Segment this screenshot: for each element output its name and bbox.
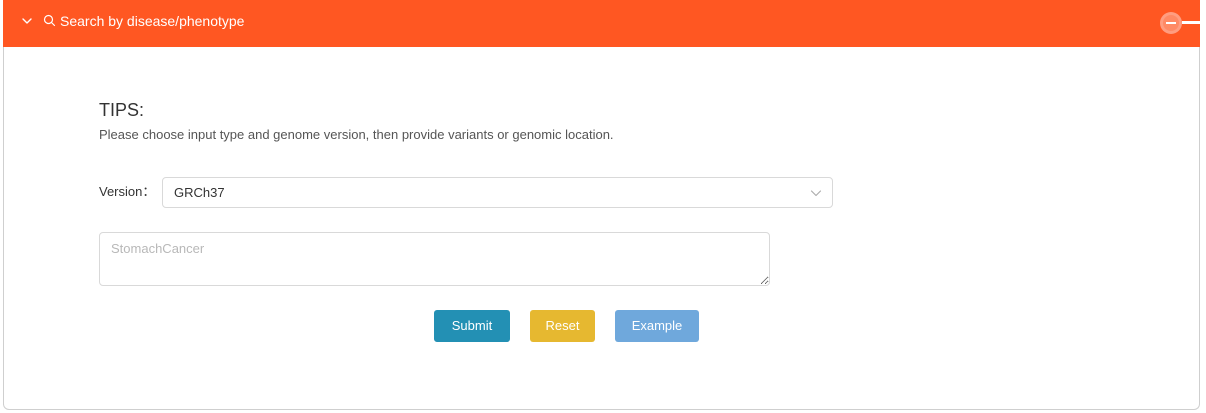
tips-text: Please choose input type and genome vers… [99,127,614,142]
version-label: Version： [99,184,155,200]
version-label-text: Version [99,184,143,199]
panel-header[interactable]: Search by disease/phenotype [3,0,1204,47]
collapse-handle [1182,21,1204,24]
tips-title: TIPS: [99,100,145,120]
chevron-down-icon [810,190,822,197]
collapse-button[interactable] [1160,12,1182,34]
version-label-separator: ： [142,184,156,199]
reset-button[interactable]: Reset [530,310,595,342]
chevron-down-icon[interactable] [20,14,34,28]
search-icon [43,14,56,27]
query-input[interactable] [99,232,770,286]
version-select-value: GRCh37 [174,185,225,200]
version-select[interactable]: GRCh37 [162,177,833,208]
example-button[interactable]: Example [615,310,699,342]
panel-title: Search by disease/phenotype [60,13,245,29]
submit-button[interactable]: Submit [434,310,510,342]
